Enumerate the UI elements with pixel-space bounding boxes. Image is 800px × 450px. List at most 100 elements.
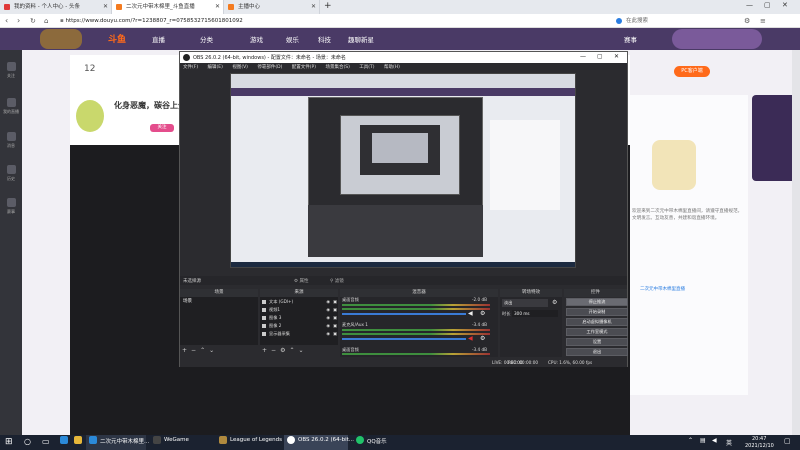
nav-chat[interactable]: 趣聊新星 (348, 34, 374, 44)
eye-icon[interactable]: ◉ (326, 330, 330, 337)
menu-help[interactable]: 帮助(H) (384, 65, 400, 70)
obs-close-icon[interactable]: ✕ (614, 53, 619, 60)
taskbar-app-label[interactable]: QQ音乐 (367, 437, 387, 445)
menu-docks[interactable]: 停靠部件(D) (257, 65, 282, 70)
nav-live[interactable]: 直播 (152, 34, 165, 44)
trophy-icon (6, 198, 16, 207)
back-icon[interactable]: ‹ (5, 15, 8, 27)
clock-date[interactable]: 2021/12/10 (745, 443, 774, 449)
nav-category[interactable]: 分类 (200, 34, 213, 44)
muted-speaker-icon[interactable]: ◀ (468, 335, 473, 342)
clock-time[interactable]: 20:47 (752, 436, 766, 442)
source-row[interactable]: 图像 3 ◉ ▣ (262, 314, 338, 321)
sidebar-item-mylive[interactable]: 我的直播 (0, 98, 22, 115)
windows-start-icon[interactable]: ⊞ (5, 437, 13, 447)
volume-slider[interactable] (342, 338, 466, 340)
search-box[interactable]: 在此搜索 (614, 16, 734, 26)
eye-icon[interactable]: ◉ (326, 314, 330, 321)
obs-maximize-icon[interactable]: ▢ (597, 53, 603, 60)
source-row[interactable]: 视频1 ◉ ▣ (262, 306, 338, 313)
pc-client-button[interactable]: PC客户端 (674, 66, 710, 77)
notification-icon[interactable]: ▢ (784, 437, 791, 445)
menu-tools[interactable]: 工具(T) (359, 65, 374, 70)
source-row[interactable]: 显示器采集 ◉ ▣ (262, 330, 338, 337)
add-scene-icon[interactable]: + (182, 347, 191, 354)
menu-view[interactable]: 视图(V) (232, 65, 248, 70)
add-source-icon[interactable]: + (262, 347, 271, 354)
remove-source-icon[interactable]: − (271, 347, 280, 354)
remove-scene-icon[interactable]: − (191, 347, 200, 354)
menu-file[interactable]: 文件(F) (183, 65, 198, 70)
lock-icon[interactable]: ▣ (333, 306, 337, 313)
menu-icon[interactable]: ≡ (760, 15, 766, 27)
sidebar-item-messages[interactable]: 消息 (0, 132, 22, 149)
home-icon[interactable]: ⌂ (44, 15, 48, 27)
menu-profile[interactable]: 配置文件(P) (292, 65, 316, 70)
tab-profile[interactable]: 我的资料 - 个人中心 - 头条 ✕ (0, 0, 112, 14)
source-row[interactable]: 图像 2 ◉ ▣ (262, 322, 338, 329)
search-icon[interactable]: ○ (24, 437, 31, 447)
close-window-icon[interactable]: ✕ (782, 1, 788, 9)
close-tab-icon[interactable]: ✕ (311, 0, 316, 14)
speaker-icon[interactable]: ◀ (468, 310, 473, 317)
minimize-icon[interactable]: — (746, 1, 753, 9)
duration-input[interactable]: 300 ms (512, 310, 558, 317)
maximize-icon[interactable]: ▢ (764, 1, 771, 9)
lock-icon[interactable]: ▣ (333, 314, 337, 321)
mixer-gear-icon[interactable]: ⚙ (480, 335, 485, 342)
streamer-avatar[interactable] (76, 100, 104, 132)
taskbar-app-label[interactable]: WeGame (164, 437, 189, 443)
filters-button[interactable]: ⚲ 滤镜 (330, 278, 344, 284)
new-tab-button[interactable]: + (324, 1, 332, 12)
scene-item[interactable]: 场景 (181, 298, 257, 305)
source-row[interactable]: 文本 (GDI+) ◉ ▣ (262, 298, 338, 305)
transition-gear-icon[interactable]: ⚙ (552, 299, 557, 306)
forward-icon[interactable]: › (17, 15, 20, 27)
eye-icon[interactable]: ◉ (326, 306, 330, 313)
address-bar[interactable]: ▪ https://www.douyu.com/?r=1238807_r=075… (56, 16, 576, 26)
move-down-icon[interactable]: ⌄ (209, 347, 218, 354)
network-icon[interactable]: ▤ (700, 437, 706, 444)
refresh-icon[interactable]: ↻ (30, 15, 36, 27)
nav-tech[interactable]: 科技 (318, 34, 331, 44)
volume-slider[interactable] (342, 313, 466, 315)
close-tab-icon[interactable]: ✕ (103, 0, 108, 14)
obs-minimize-icon[interactable]: — (580, 53, 586, 60)
move-down-icon[interactable]: ⌄ (298, 347, 307, 354)
page-scrollbar[interactable] (792, 50, 800, 435)
task-view-icon[interactable]: ▭ (42, 437, 50, 447)
settings-button[interactable]: 设置 (566, 338, 628, 346)
follow-button[interactable]: 关注 (150, 124, 174, 132)
mixer-gear-icon[interactable]: ⚙ (480, 310, 485, 317)
start-recording-button[interactable]: 开始录制 (566, 308, 628, 316)
menu-scene-collection[interactable]: 场景集合(S) (325, 65, 349, 70)
input-language[interactable]: 英 (726, 438, 732, 447)
sidebar-item-events[interactable]: 赛事 (0, 198, 22, 215)
lock-icon[interactable]: ▣ (333, 298, 337, 305)
tray-chevron-icon[interactable]: ⌃ (688, 437, 693, 444)
move-up-icon[interactable]: ⌃ (200, 347, 209, 354)
properties-button[interactable]: ⚙ 属性 (294, 278, 308, 284)
exit-button[interactable]: 退出 (566, 348, 628, 356)
extensions-icon[interactable]: ⚙ (744, 15, 750, 27)
nav-events[interactable]: 赛事 (624, 34, 637, 44)
transition-select[interactable]: 淡出 (502, 299, 548, 307)
douyu-logo[interactable]: 斗鱼 (108, 32, 126, 45)
volume-icon[interactable]: ◀ (712, 437, 717, 444)
lock-icon[interactable]: ▣ (333, 330, 337, 337)
nav-entertainment[interactable]: 娱乐 (286, 34, 299, 44)
menu-edit[interactable]: 编辑(E) (208, 65, 223, 70)
virtual-camera-button[interactable]: 启动虚拟摄像机 (566, 318, 628, 326)
studio-mode-button[interactable]: 工作室模式 (566, 328, 628, 336)
stop-streaming-button[interactable]: 停止推流 (566, 298, 628, 306)
tab-anchor-center[interactable]: 主播中心 ✕ (224, 0, 320, 14)
nav-games[interactable]: 游戏 (250, 34, 263, 44)
taskbar-app-label[interactable]: League of Legends (230, 437, 282, 443)
eye-icon[interactable]: ◉ (326, 322, 330, 329)
tab-douyu[interactable]: 二次元中带木棉里_斗鱼直播 ✕ (112, 0, 224, 14)
close-tab-icon[interactable]: ✕ (215, 0, 220, 14)
lock-icon[interactable]: ▣ (333, 322, 337, 329)
sidebar-item-follow[interactable]: 关注 (0, 62, 22, 79)
sidebar-item-history[interactable]: 历史 (0, 165, 22, 182)
eye-icon[interactable]: ◉ (326, 298, 330, 305)
